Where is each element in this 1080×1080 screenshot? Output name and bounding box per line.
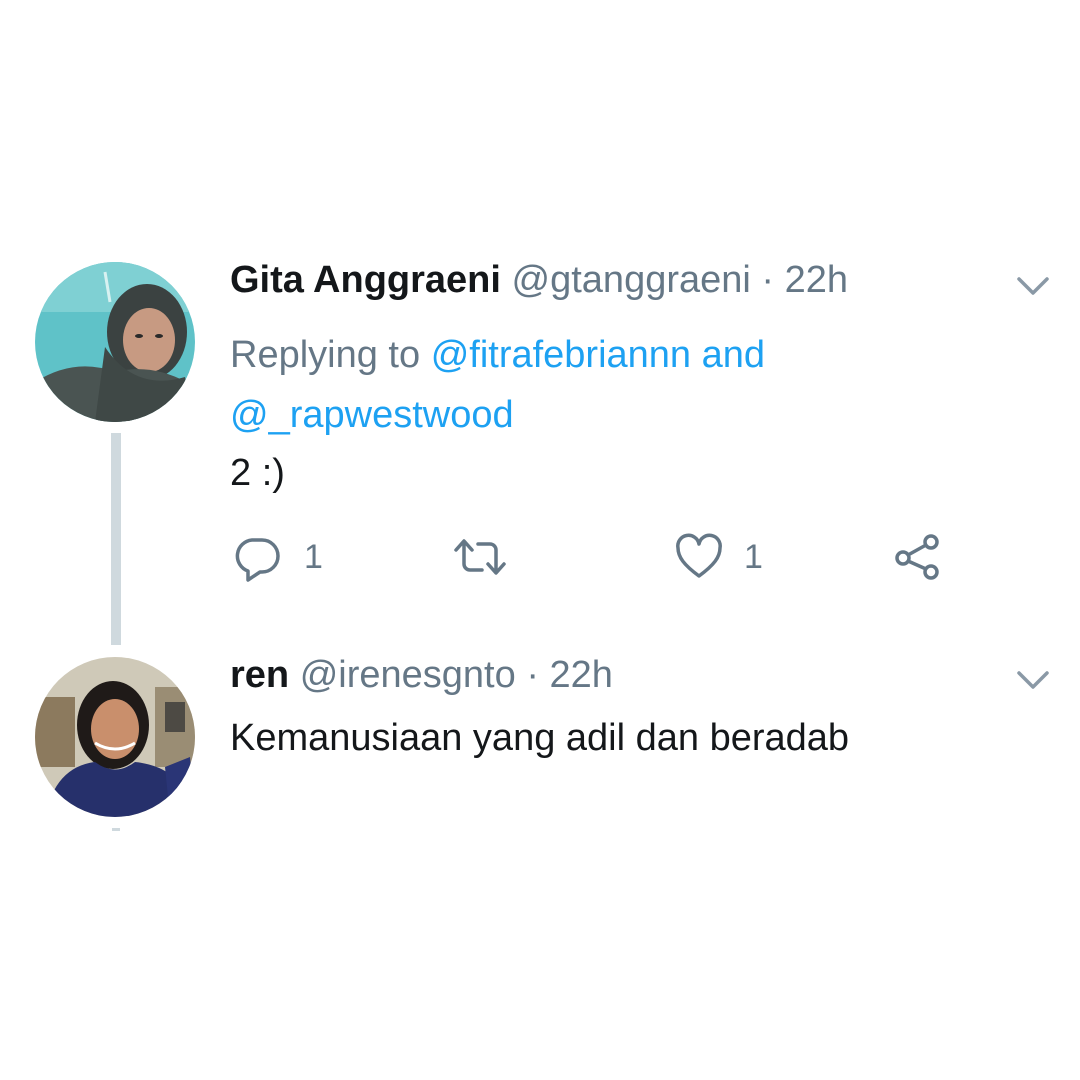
avatar-photo-2: [35, 657, 195, 817]
tweet-header: Gita Anggraeni @gtanggraeni · 22h: [230, 257, 848, 303]
reply-button[interactable]: 1: [232, 532, 323, 582]
avatar[interactable]: [35, 262, 195, 422]
tweet-text: 2 :): [230, 452, 285, 494]
reply-bubble-icon: [235, 538, 280, 582]
avatar-photo-1: [35, 262, 195, 422]
avatar[interactable]: [35, 657, 195, 817]
author-handle[interactable]: @irenesgnto: [300, 654, 516, 696]
author-handle[interactable]: @gtanggraeni: [512, 259, 751, 301]
mention-link[interactable]: @_rapwestwood: [230, 394, 514, 436]
replying-to-label: Replying to: [230, 334, 421, 376]
chevron-down-icon: [1017, 671, 1049, 689]
separator-dot: ·: [526, 654, 539, 696]
tweet-header: ren @irenesgnto · 22h: [230, 652, 613, 698]
replying-and[interactable]: and: [702, 334, 765, 376]
tweet-time[interactable]: 22h: [550, 654, 613, 696]
tweet-time[interactable]: 22h: [785, 259, 848, 301]
share-button[interactable]: [893, 532, 943, 582]
thread-connector-stub: [112, 828, 120, 831]
chevron-down-icon: [1017, 277, 1049, 295]
separator-dot: ·: [761, 259, 775, 301]
more-options-button[interactable]: [1013, 666, 1053, 694]
thread-connector-line: [111, 433, 121, 645]
reply-count: 1: [304, 537, 323, 576]
share-icon: [895, 534, 939, 580]
author-name[interactable]: ren: [230, 654, 289, 696]
mention-link[interactable]: @fitrafebriannn: [431, 334, 691, 376]
retweet-button[interactable]: [452, 532, 508, 582]
more-options-button[interactable]: [1013, 272, 1053, 300]
like-button[interactable]: 1: [674, 532, 763, 582]
tweet-text: Kemanusiaan yang adil dan beradab: [230, 717, 850, 759]
author-name[interactable]: Gita Anggraeni: [230, 259, 501, 301]
retweet-icon: [454, 539, 506, 575]
heart-icon: [676, 533, 722, 578]
tweet-thread: Gita Anggraeni @gtanggraeni · 22h Replyi…: [0, 0, 1080, 1080]
like-count: 1: [744, 537, 763, 576]
replying-to: Replying to @fitrafebriannn and @_rapwes…: [230, 325, 930, 445]
